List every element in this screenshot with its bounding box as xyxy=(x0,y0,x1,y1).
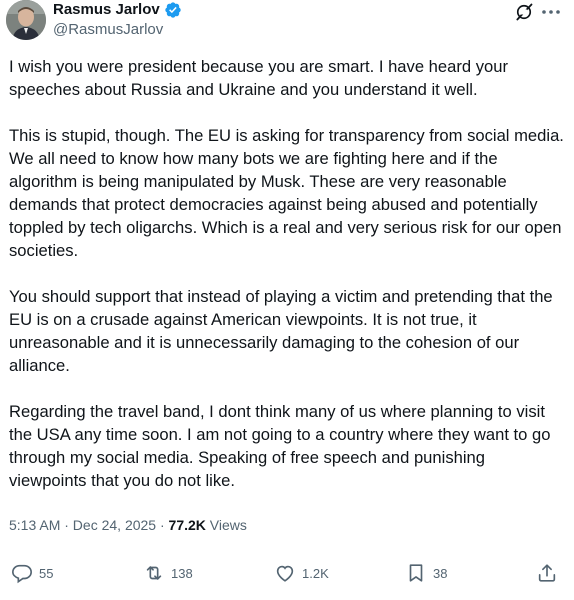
repost-button[interactable]: 138 xyxy=(143,562,193,584)
repost-icon xyxy=(146,566,162,580)
author-name-row: Rasmus Jarlov xyxy=(53,1,182,19)
action-bar: 55 138 1.2K 38 xyxy=(0,562,574,592)
reply-button[interactable]: 55 xyxy=(11,562,53,584)
share-icon xyxy=(538,564,556,582)
bookmark-count: 38 xyxy=(433,565,448,581)
post-header: Rasmus Jarlov @RasmusJarlov xyxy=(0,0,574,50)
post-body: I wish you were president because you ar… xyxy=(9,55,565,515)
views-count: 77.2K xyxy=(168,517,206,533)
post-meta: 5:13 AM · Dec 24, 2025 · 77.2K Views xyxy=(9,516,247,534)
grok-icon[interactable] xyxy=(514,2,534,22)
post-paragraph: Regarding the travel band, I dont think … xyxy=(9,402,551,490)
more-options-icon[interactable] xyxy=(540,2,562,22)
share-button[interactable] xyxy=(536,562,558,584)
post-timestamp[interactable]: 5:13 AM · Dec 24, 2025 · xyxy=(9,517,169,533)
avatar-image xyxy=(6,0,46,40)
author-name[interactable]: Rasmus Jarlov xyxy=(53,1,160,19)
like-count: 1.2K xyxy=(302,565,329,581)
avatar[interactable] xyxy=(6,0,46,40)
bookmark-icon xyxy=(409,564,423,582)
reply-count: 55 xyxy=(39,565,54,581)
repost-count: 138 xyxy=(171,565,193,581)
like-button[interactable]: 1.2K xyxy=(274,562,329,584)
bookmark-button[interactable]: 38 xyxy=(405,562,447,584)
post-paragraph: You should support that instead of playi… xyxy=(9,287,553,375)
post-paragraph: I wish you were president because you ar… xyxy=(9,57,508,99)
views-label: Views xyxy=(205,517,247,533)
like-icon xyxy=(276,565,294,582)
post-paragraph: This is stupid, though. The EU is asking… xyxy=(9,126,564,260)
verified-badge-icon xyxy=(164,1,182,19)
author-handle[interactable]: @RasmusJarlov xyxy=(53,21,163,39)
reply-icon xyxy=(12,564,32,584)
